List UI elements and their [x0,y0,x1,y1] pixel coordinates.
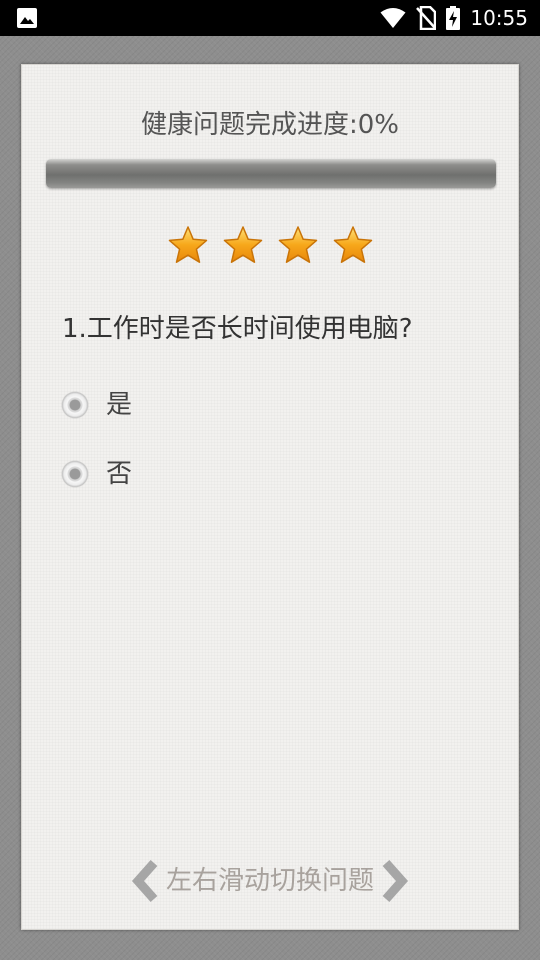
swipe-hint: 左右滑动切换问题 [22,859,518,903]
swipe-hint-text: 左右滑动切换问题 [165,866,374,896]
wifi-icon [380,8,406,28]
no-sim-icon [416,6,437,30]
star-rating [22,225,518,267]
star-icon [222,225,264,267]
radio-button-no[interactable] [62,461,88,487]
option-label-yes: 是 [106,390,133,420]
star-icon [332,225,374,267]
chevron-left-icon[interactable] [130,859,160,903]
option-yes[interactable]: 是 [62,387,132,423]
radio-button-yes[interactable] [62,392,88,418]
progress-bar [46,159,496,188]
star-icon [167,225,209,267]
status-time: 10:55 [470,6,528,30]
gallery-icon [17,8,37,28]
star-icon [277,225,319,267]
question-text: 1.工作时是否长时间使用电脑? [62,314,413,344]
question-card[interactable]: 健康问题完成进度:0% 1.工作时是否长时间使用电脑? 是 否 左右滑动切换问题 [21,64,519,930]
progress-title: 健康问题完成进度:0% [140,110,399,140]
option-label-no: 否 [106,459,133,489]
battery-charging-icon [446,6,461,30]
status-bar: 10:55 [0,0,540,36]
chevron-right-icon[interactable] [380,859,410,903]
option-no[interactable]: 否 [62,456,132,492]
